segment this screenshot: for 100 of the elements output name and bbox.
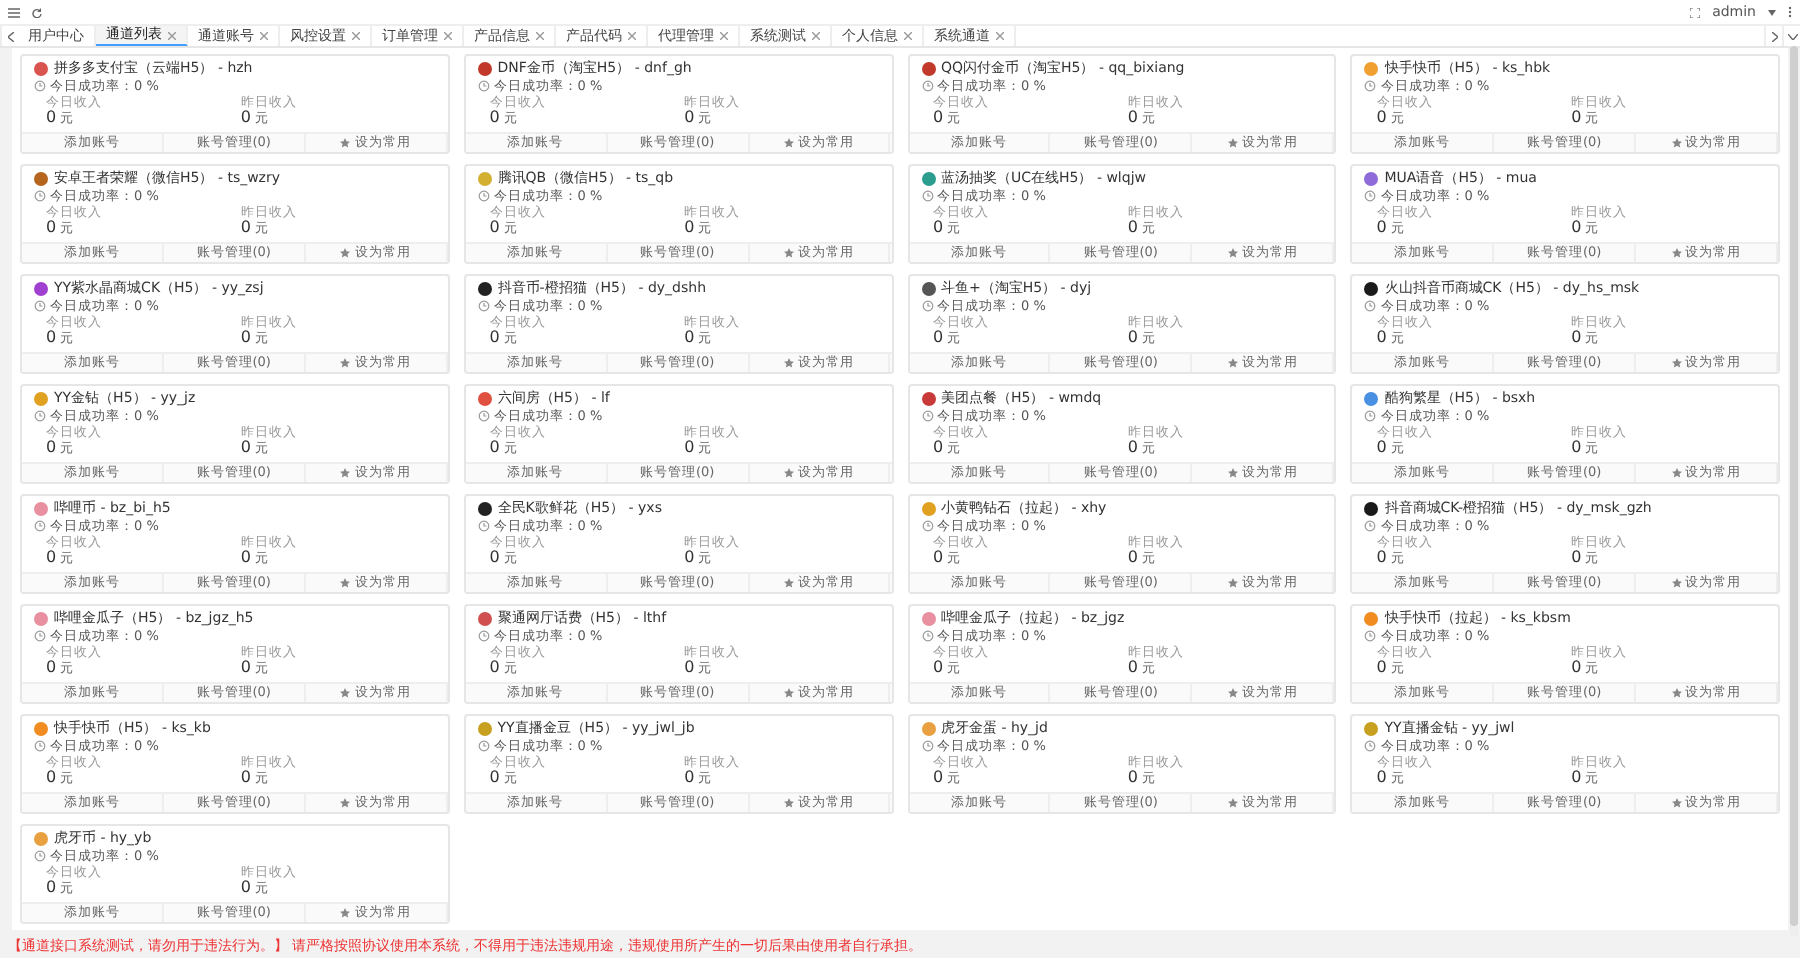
stat-value: 0 xyxy=(46,110,57,126)
star-icon xyxy=(340,688,351,698)
star-icon xyxy=(1227,468,1238,478)
clock-icon xyxy=(1364,740,1377,753)
star-icon xyxy=(784,578,795,588)
scroll-left-button[interactable] xyxy=(0,26,18,46)
star-icon xyxy=(784,688,795,698)
stat-value: 0 xyxy=(1571,550,1582,566)
close-icon[interactable] xyxy=(168,31,176,39)
clock-icon xyxy=(1364,520,1377,533)
stat-value: 0 xyxy=(1571,440,1582,456)
clock-icon xyxy=(921,410,933,423)
close-icon[interactable] xyxy=(444,32,452,40)
close-icon[interactable] xyxy=(904,32,912,40)
stat-value: 0 xyxy=(489,550,500,566)
clock-icon xyxy=(34,630,46,643)
stat-value: 0 xyxy=(933,770,944,786)
star-icon xyxy=(1671,798,1682,808)
stat-value: 0 xyxy=(1127,110,1138,126)
stat-value: 0 xyxy=(46,880,57,896)
star-icon xyxy=(1227,248,1238,258)
stat-value: 0 xyxy=(46,440,57,456)
star-icon xyxy=(1227,358,1238,368)
close-icon[interactable] xyxy=(996,32,1004,40)
stat-value: 0 xyxy=(240,110,251,126)
close-icon[interactable] xyxy=(352,32,360,40)
stat-value: 0 xyxy=(46,770,57,786)
clock-icon xyxy=(1364,630,1377,643)
clock-icon xyxy=(1364,190,1377,203)
clock-icon xyxy=(477,300,490,313)
stat-value: 0 xyxy=(684,770,695,786)
stat-value: 0 xyxy=(1127,440,1138,456)
clock-icon xyxy=(921,630,933,643)
stat-value: 0 xyxy=(1571,660,1582,676)
scroll-right-button[interactable] xyxy=(1764,26,1782,46)
stat-value: 0 xyxy=(1376,770,1387,786)
caret-icon[interactable] xyxy=(1768,9,1776,15)
clock-icon xyxy=(921,190,933,203)
stat-value: 0 xyxy=(933,330,944,346)
clock-icon xyxy=(34,80,46,93)
menu-icon[interactable] xyxy=(8,7,20,17)
close-icon[interactable] xyxy=(628,32,636,40)
chevron-right-icon xyxy=(1771,31,1777,41)
stat-value: 0 xyxy=(240,770,251,786)
clock-icon xyxy=(477,630,490,643)
stat-value: 0 xyxy=(46,550,57,566)
clock-icon xyxy=(34,740,46,753)
clock-icon xyxy=(34,190,46,203)
clock-icon xyxy=(34,850,46,863)
stat-value: 0 xyxy=(1376,330,1387,346)
star-icon xyxy=(340,468,351,478)
stat-value: 0 xyxy=(240,550,251,566)
stat-value: 0 xyxy=(684,440,695,456)
clock-icon xyxy=(34,410,46,423)
stat-value: 0 xyxy=(1571,220,1582,236)
stat-value: 0 xyxy=(489,220,500,236)
stat-value: 0 xyxy=(1376,110,1387,126)
clock-icon xyxy=(1364,300,1377,313)
clock-icon xyxy=(921,520,933,533)
stat-value: 0 xyxy=(240,880,251,896)
clock-icon xyxy=(34,300,46,313)
clock-icon xyxy=(921,80,933,93)
star-icon xyxy=(1671,468,1682,478)
star-icon xyxy=(784,798,795,808)
star-icon xyxy=(1671,248,1682,258)
close-icon[interactable] xyxy=(260,32,268,40)
clock-icon xyxy=(477,80,490,93)
stat-value: 0 xyxy=(1571,330,1582,346)
stat-value: 0 xyxy=(489,770,500,786)
stat-value: 0 xyxy=(1127,330,1138,346)
stat-value: 0 xyxy=(933,220,944,236)
scrollbar[interactable] xyxy=(1790,46,1798,936)
stat-value: 0 xyxy=(240,660,251,676)
stat-value: 0 xyxy=(684,220,695,236)
star-icon xyxy=(1227,138,1238,148)
star-icon xyxy=(784,138,795,148)
stat-value: 0 xyxy=(1127,770,1138,786)
refresh-icon[interactable] xyxy=(32,7,42,17)
clock-icon xyxy=(921,740,933,753)
tab-menu-button[interactable] xyxy=(1782,26,1800,46)
stat-value: 0 xyxy=(46,220,57,236)
stat-value: 0 xyxy=(1376,440,1387,456)
star-icon xyxy=(1227,798,1238,808)
stat-value: 0 xyxy=(933,660,944,676)
star-icon xyxy=(340,248,351,258)
star-icon xyxy=(340,138,351,148)
fullscreen-icon[interactable] xyxy=(1690,7,1701,17)
stat-value: 0 xyxy=(489,110,500,126)
close-icon[interactable] xyxy=(536,32,544,40)
stat-value: 0 xyxy=(1376,550,1387,566)
stat-value: 0 xyxy=(684,660,695,676)
close-icon[interactable] xyxy=(812,32,820,40)
stat-value: 0 xyxy=(489,330,500,346)
stat-value: 0 xyxy=(684,330,695,346)
star-icon xyxy=(340,578,351,588)
close-icon[interactable] xyxy=(720,32,728,40)
star-icon xyxy=(340,358,351,368)
stat-value: 0 xyxy=(933,110,944,126)
clock-icon xyxy=(921,300,933,313)
stat-value: 0 xyxy=(46,330,57,346)
